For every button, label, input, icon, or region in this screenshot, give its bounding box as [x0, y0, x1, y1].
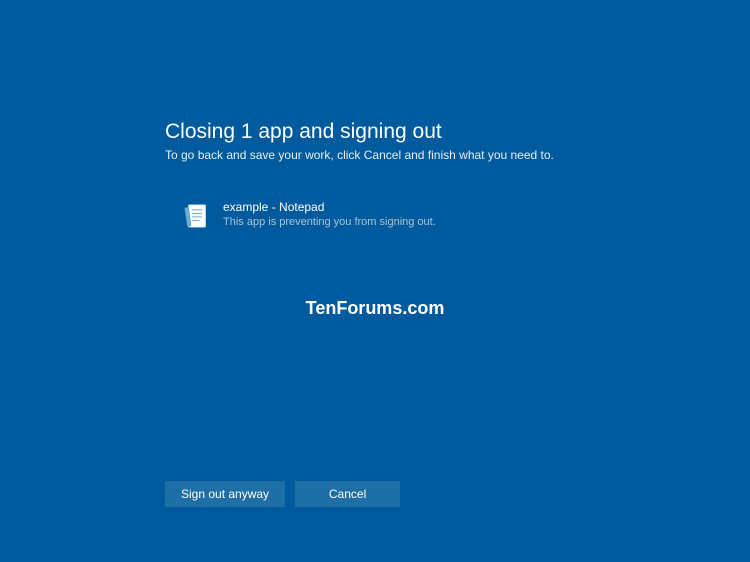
blocking-apps-list: example - Notepad This app is preventing…: [165, 200, 665, 230]
button-row: Sign out anyway Cancel: [165, 481, 400, 507]
app-name: example - Notepad: [223, 200, 436, 214]
app-status: This app is preventing you from signing …: [223, 216, 436, 228]
notepad-icon: [183, 202, 211, 230]
cancel-button[interactable]: Cancel: [295, 481, 400, 507]
page-title: Closing 1 app and signing out: [165, 120, 665, 144]
page-subtitle: To go back and save your work, click Can…: [165, 148, 665, 162]
app-info: example - Notepad This app is preventing…: [223, 200, 436, 228]
sign-out-anyway-button[interactable]: Sign out anyway: [165, 481, 285, 507]
app-item: example - Notepad This app is preventing…: [165, 200, 665, 230]
dialog-content: Closing 1 app and signing out To go back…: [165, 120, 665, 230]
watermark-text: TenForums.com: [306, 298, 445, 319]
